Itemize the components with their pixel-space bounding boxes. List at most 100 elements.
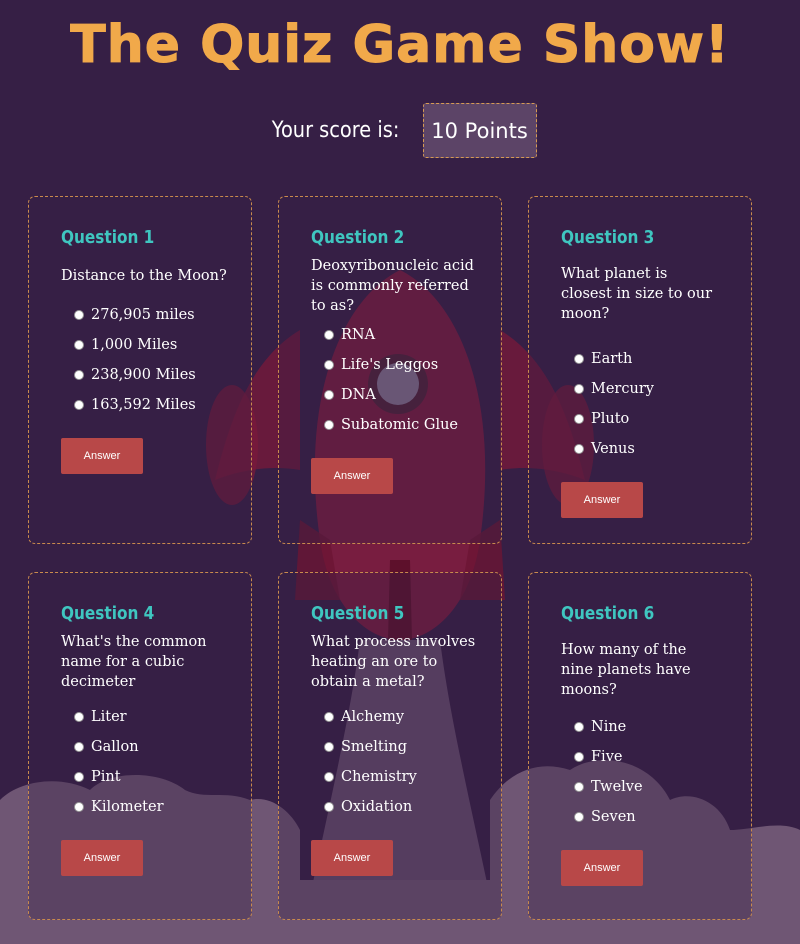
answer-button[interactable]: Answer	[311, 458, 393, 494]
answer-option[interactable]: 1,000 Miles	[74, 330, 251, 360]
radio-button[interactable]	[324, 712, 334, 722]
radio-button[interactable]	[74, 742, 84, 752]
question-heading: Question 2	[311, 227, 405, 248]
answer-option[interactable]: Life's Leggos	[324, 350, 501, 380]
answer-option[interactable]: Venus	[574, 434, 751, 464]
answer-option[interactable]: Liter	[74, 702, 251, 732]
answer-button[interactable]: Answer	[311, 840, 393, 876]
answer-button[interactable]: Answer	[561, 850, 643, 886]
answer-option[interactable]: Seven	[574, 802, 751, 832]
answer-option[interactable]: Earth	[574, 344, 751, 374]
answer-option[interactable]: Nine	[574, 712, 751, 742]
answer-option[interactable]: Subatomic Glue	[324, 410, 501, 440]
answer-option[interactable]: RNA	[324, 320, 501, 350]
radio-button[interactable]	[324, 802, 334, 812]
answer-options: Alchemy Smelting Chemistry Oxidation	[311, 702, 501, 822]
question-text: Deoxyribonucleic acid is commonly referr…	[311, 258, 474, 314]
radio-button[interactable]	[74, 340, 84, 350]
radio-button[interactable]	[574, 752, 584, 762]
score-display: Your score is: 10 Points	[0, 103, 800, 158]
answer-option-label: 1,000 Miles	[91, 337, 178, 353]
answer-option[interactable]: Pluto	[574, 404, 751, 434]
answer-option-label: Nine	[591, 719, 627, 735]
answer-option-label: Seven	[591, 809, 636, 825]
answer-button[interactable]: Answer	[61, 840, 143, 876]
answer-option[interactable]: 276,905 miles	[74, 300, 251, 330]
question-card-1: Question 1 Distance to the Moon? 276,905…	[28, 196, 252, 544]
radio-button[interactable]	[574, 414, 584, 424]
answer-option-label: Alchemy	[341, 709, 405, 725]
answer-option-label: Venus	[591, 441, 635, 457]
answer-option-label: Oxidation	[341, 799, 413, 815]
question-heading: Question 6	[561, 603, 655, 624]
radio-button[interactable]	[574, 782, 584, 792]
answer-option[interactable]: Gallon	[74, 732, 251, 762]
radio-button[interactable]	[574, 384, 584, 394]
radio-button[interactable]	[574, 812, 584, 822]
answer-option-label: Subatomic Glue	[341, 417, 459, 433]
answer-option-label: Liter	[91, 709, 127, 725]
question-card-4: Question 4 What's the common name for a …	[28, 572, 252, 920]
radio-button[interactable]	[74, 370, 84, 380]
answer-options: Earth Mercury Pluto Venus	[561, 344, 751, 464]
answer-option-label: Pluto	[591, 411, 630, 427]
answer-option-label: Earth	[591, 351, 633, 367]
question-text: Distance to the Moon?	[61, 268, 227, 284]
question-text: What's the common name for a cubic decim…	[61, 634, 207, 690]
radio-button[interactable]	[574, 354, 584, 364]
score-value: 10 Points	[431, 118, 528, 143]
radio-button[interactable]	[74, 802, 84, 812]
answer-option[interactable]: 238,900 Miles	[74, 360, 251, 390]
radio-button[interactable]	[324, 420, 334, 430]
question-card-5: Question 5 What process involves heating…	[278, 572, 502, 920]
radio-button[interactable]	[574, 722, 584, 732]
answer-option[interactable]: DNA	[324, 380, 501, 410]
question-card-3: Question 3 What planet is closest in siz…	[528, 196, 752, 544]
answer-option[interactable]: Smelting	[324, 732, 501, 762]
answer-option-label: 163,592 Miles	[91, 397, 196, 413]
radio-button[interactable]	[324, 360, 334, 370]
answer-option[interactable]: 163,592 Miles	[74, 390, 251, 420]
answer-options: 276,905 miles 1,000 Miles 238,900 Miles …	[61, 300, 251, 420]
question-card-6: Question 6 How many of the nine planets …	[528, 572, 752, 920]
radio-button[interactable]	[324, 772, 334, 782]
score-label: Your score is:	[272, 118, 400, 143]
answer-option-label: Five	[591, 749, 623, 765]
question-heading: Question 4	[61, 603, 155, 624]
question-card-2: Question 2 Deoxyribonucleic acid is comm…	[278, 196, 502, 544]
answer-option-label: Twelve	[591, 779, 643, 795]
answer-options: Nine Five Twelve Seven	[561, 712, 751, 832]
question-text: What planet is closest in size to our mo…	[561, 266, 713, 322]
answer-option[interactable]: Alchemy	[324, 702, 501, 732]
answer-option[interactable]: Five	[574, 742, 751, 772]
answer-option[interactable]: Kilometer	[74, 792, 251, 822]
radio-button[interactable]	[324, 742, 334, 752]
score-value-box: 10 Points	[422, 103, 537, 158]
answer-option-label: Mercury	[591, 381, 654, 397]
answer-options: Liter Gallon Pint Kilometer	[61, 702, 251, 822]
answer-option[interactable]: Oxidation	[324, 792, 501, 822]
answer-option[interactable]: Mercury	[574, 374, 751, 404]
radio-button[interactable]	[74, 712, 84, 722]
answer-option-label: Kilometer	[91, 799, 164, 815]
page-title: The Quiz Game Show!	[70, 15, 730, 76]
answer-option-label: RNA	[341, 327, 376, 343]
answer-button[interactable]: Answer	[61, 438, 143, 474]
question-heading: Question 5	[311, 603, 405, 624]
radio-button[interactable]	[324, 330, 334, 340]
radio-button[interactable]	[574, 444, 584, 454]
answer-option[interactable]: Twelve	[574, 772, 751, 802]
answer-option-label: Gallon	[91, 739, 139, 755]
answer-option[interactable]: Pint	[74, 762, 251, 792]
question-heading: Question 3	[561, 227, 655, 248]
question-heading: Question 1	[61, 227, 155, 248]
answer-options: RNA Life's Leggos DNA Subatomic Glue	[311, 320, 501, 440]
answer-option-label: Life's Leggos	[341, 357, 439, 373]
question-text: How many of the nine planets have moons?	[561, 642, 691, 698]
radio-button[interactable]	[324, 390, 334, 400]
radio-button[interactable]	[74, 310, 84, 320]
radio-button[interactable]	[74, 400, 84, 410]
radio-button[interactable]	[74, 772, 84, 782]
answer-option[interactable]: Chemistry	[324, 762, 501, 792]
answer-button[interactable]: Answer	[561, 482, 643, 518]
